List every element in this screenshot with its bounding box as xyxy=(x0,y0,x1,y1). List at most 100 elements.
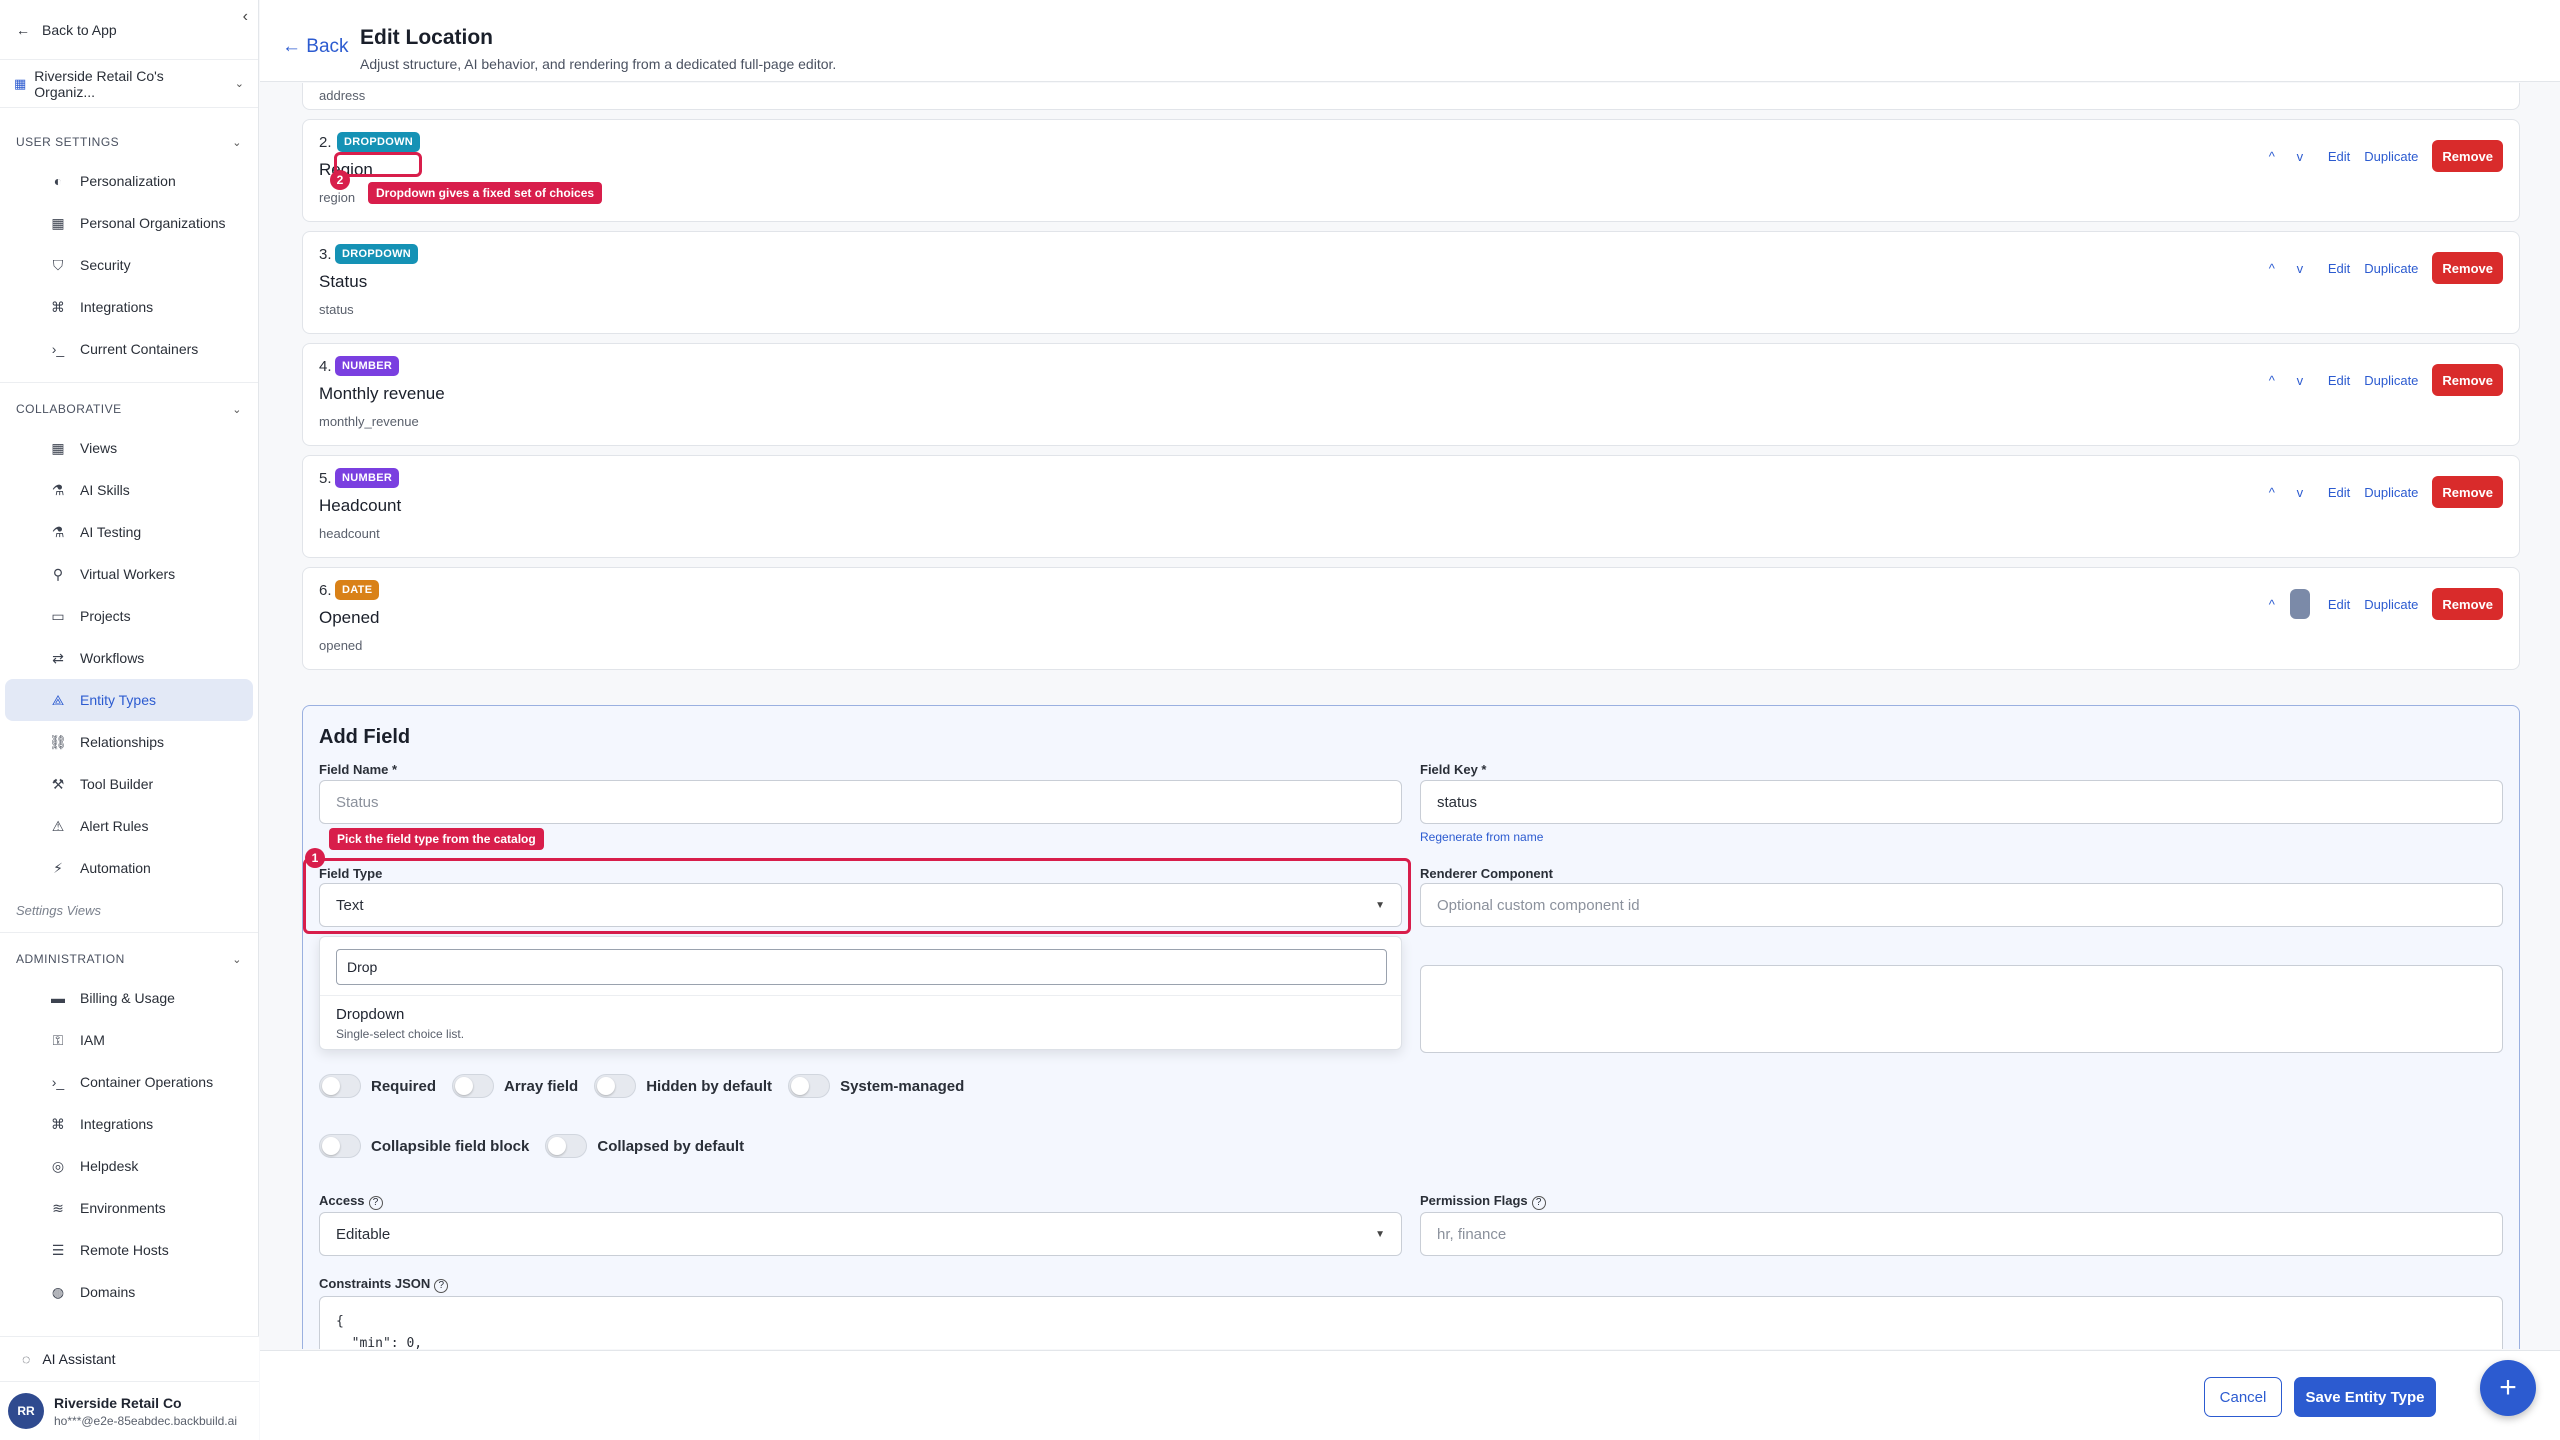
field-name: Headcount xyxy=(319,496,402,515)
back-link[interactable]: ← Back xyxy=(282,36,349,58)
renderer-component-input[interactable]: Optional custom component id xyxy=(1420,883,2503,927)
remove-button[interactable]: Remove xyxy=(2432,252,2503,284)
switch[interactable] xyxy=(319,1074,361,1098)
terminal-icon: ›_ xyxy=(51,341,65,357)
back-to-app-link[interactable]: ← Back to App xyxy=(16,22,117,38)
remove-button[interactable]: Remove xyxy=(2432,476,2503,508)
dropdown-option[interactable]: Dropdown Single-select choice list. xyxy=(320,995,1401,1051)
duplicate-button[interactable]: Duplicate xyxy=(2364,373,2418,388)
hidden-by-default-toggle[interactable]: Hidden by default xyxy=(594,1074,772,1098)
move-up-button[interactable]: ^ xyxy=(2258,261,2286,276)
grid-icon: ▦ xyxy=(51,439,65,456)
required-toggle[interactable]: Required xyxy=(319,1074,436,1098)
remove-button[interactable]: Remove xyxy=(2432,140,2503,172)
sidebar-item-current-containers[interactable]: ›_ Current Containers xyxy=(0,328,258,370)
access-select[interactable]: Editable ▼ xyxy=(319,1212,1402,1256)
ai-assistant-button[interactable]: ◌ AI Assistant xyxy=(0,1336,259,1382)
access-value: Editable xyxy=(336,1225,391,1243)
sidebar-item-security[interactable]: ⛉ Security xyxy=(0,244,258,286)
administration-header[interactable]: ADMINISTRATION ⌄ xyxy=(0,941,258,977)
sidebar-item-label: Personal Organizations xyxy=(80,215,226,231)
description-textarea[interactable] xyxy=(1420,965,2503,1053)
duplicate-button[interactable]: Duplicate xyxy=(2364,149,2418,164)
sidebar-item-label: AI Skills xyxy=(80,482,130,498)
sidebar-item-automation[interactable]: ⚡ Automation xyxy=(0,847,258,889)
field-card: 6. DATE Opened opened ^ Edit Duplicate R… xyxy=(302,567,2520,670)
collapsed-by-default-toggle[interactable]: Collapsed by default xyxy=(545,1134,744,1158)
sidebar-item-views[interactable]: ▦ Views xyxy=(0,427,258,469)
constraints-json-editor[interactable]: { "min": 0, xyxy=(319,1296,2503,1349)
terminal-icon: ›_ xyxy=(51,1074,65,1090)
save-entity-type-button[interactable]: Save Entity Type xyxy=(2294,1377,2436,1417)
move-down-button[interactable] xyxy=(2289,589,2310,619)
move-up-button[interactable]: ^ xyxy=(2258,597,2286,612)
sidebar-item-personalization[interactable]: ◐ Personalization xyxy=(0,160,258,202)
duplicate-button[interactable]: Duplicate xyxy=(2364,261,2418,276)
move-up-button[interactable]: ^ xyxy=(2258,485,2286,500)
remove-button[interactable]: Remove xyxy=(2432,364,2503,396)
switch[interactable] xyxy=(319,1134,361,1158)
duplicate-button[interactable]: Duplicate xyxy=(2364,597,2418,612)
remove-button[interactable]: Remove xyxy=(2432,588,2503,620)
organization-selector[interactable]: ▦ Riverside Retail Co's Organiz... ⌄ xyxy=(0,60,258,108)
switch[interactable] xyxy=(545,1134,588,1158)
switch[interactable] xyxy=(452,1074,495,1098)
switch[interactable] xyxy=(788,1074,831,1098)
help-icon[interactable]: ? xyxy=(434,1278,449,1293)
sidebar-item-integrations[interactable]: ⌘ Integrations xyxy=(0,286,258,328)
edit-button[interactable]: Edit xyxy=(2328,261,2350,276)
add-fab-button[interactable]: + xyxy=(2480,1360,2536,1416)
move-up-button[interactable]: ^ xyxy=(2258,373,2286,388)
field-type-dropdown: Drop Dropdown Single-select choice list. xyxy=(319,936,1402,1050)
field-card: 3. DROPDOWN Status status ^ v Edit Dupli… xyxy=(302,231,2520,334)
edit-button[interactable]: Edit xyxy=(2328,373,2350,388)
help-icon[interactable]: ? xyxy=(368,1195,383,1210)
system-managed-toggle[interactable]: System-managed xyxy=(788,1074,964,1098)
move-down-button[interactable]: v xyxy=(2286,261,2314,276)
move-up-button[interactable]: ^ xyxy=(2258,149,2286,164)
sidebar-item-billing[interactable]: ▬ Billing & Usage xyxy=(0,977,258,1019)
collaborative-header[interactable]: COLLABORATIVE ⌄ xyxy=(0,391,258,427)
collapsible-toggle[interactable]: Collapsible field block xyxy=(319,1134,529,1158)
sidebar-item-domains[interactable]: ◍ Domains xyxy=(0,1271,258,1313)
permission-flags-input[interactable]: hr, finance xyxy=(1420,1212,2503,1256)
sidebar-item-label: Views xyxy=(80,440,118,456)
sidebar-item-environments[interactable]: ≋ Environments xyxy=(0,1187,258,1229)
sidebar-item-helpdesk[interactable]: ◎ Helpdesk xyxy=(0,1145,258,1187)
field-name-input[interactable]: Status xyxy=(319,780,1402,824)
sidebar-item-tool-builder[interactable]: ⚒ Tool Builder xyxy=(0,763,258,805)
field-number: 6. xyxy=(319,582,332,599)
sidebar-item-ai-testing[interactable]: ⚗ AI Testing xyxy=(0,511,258,553)
sidebar-item-remote-hosts[interactable]: ☰ Remote Hosts xyxy=(0,1229,258,1271)
cancel-button[interactable]: Cancel xyxy=(2204,1377,2282,1417)
move-down-button[interactable]: v xyxy=(2286,149,2314,164)
sidebar-item-iam[interactable]: ⚿ IAM xyxy=(0,1019,258,1061)
sidebar-item-admin-integrations[interactable]: ⌘ Integrations xyxy=(0,1103,258,1145)
edit-button[interactable]: Edit xyxy=(2328,485,2350,500)
switch[interactable] xyxy=(594,1074,637,1098)
sidebar-item-alert-rules[interactable]: ⚠ Alert Rules xyxy=(0,805,258,847)
edit-button[interactable]: Edit xyxy=(2328,597,2350,612)
field-card: 4. NUMBER Monthly revenue monthly_revenu… xyxy=(302,343,2520,446)
sidebar-item-relationships[interactable]: ⛓ Relationships xyxy=(0,721,258,763)
move-down-button[interactable]: v xyxy=(2286,373,2314,388)
dropdown-search-input[interactable]: Drop xyxy=(336,949,1387,985)
building-icon: ▦ xyxy=(51,214,65,231)
edit-button[interactable]: Edit xyxy=(2328,149,2350,164)
sidebar-item-virtual-workers[interactable]: ⚲ Virtual Workers xyxy=(0,553,258,595)
sidebar-item-workflows[interactable]: ⇄ Workflows xyxy=(0,637,258,679)
regenerate-key-link[interactable]: Regenerate from name xyxy=(1420,830,1543,844)
field-key-input[interactable]: status xyxy=(1420,780,2503,824)
sidebar-item-personal-organizations[interactable]: ▦ Personal Organizations xyxy=(0,202,258,244)
user-profile[interactable]: RR Riverside Retail Co ho***@e2e-85eabde… xyxy=(0,1382,259,1440)
user-settings-header[interactable]: USER SETTINGS ⌄ xyxy=(0,124,258,160)
help-icon[interactable]: ? xyxy=(1531,1195,1546,1210)
sidebar-item-ai-skills[interactable]: ⚗ AI Skills xyxy=(0,469,258,511)
move-down-button[interactable]: v xyxy=(2286,485,2314,500)
collapse-sidebar-icon[interactable]: ‹ xyxy=(243,8,248,26)
array-field-toggle[interactable]: Array field xyxy=(452,1074,578,1098)
sidebar-item-container-operations[interactable]: ›_ Container Operations xyxy=(0,1061,258,1103)
duplicate-button[interactable]: Duplicate xyxy=(2364,485,2418,500)
sidebar-item-entity-types[interactable]: ⟁ Entity Types xyxy=(5,679,253,721)
sidebar-item-projects[interactable]: ▭ Projects xyxy=(0,595,258,637)
